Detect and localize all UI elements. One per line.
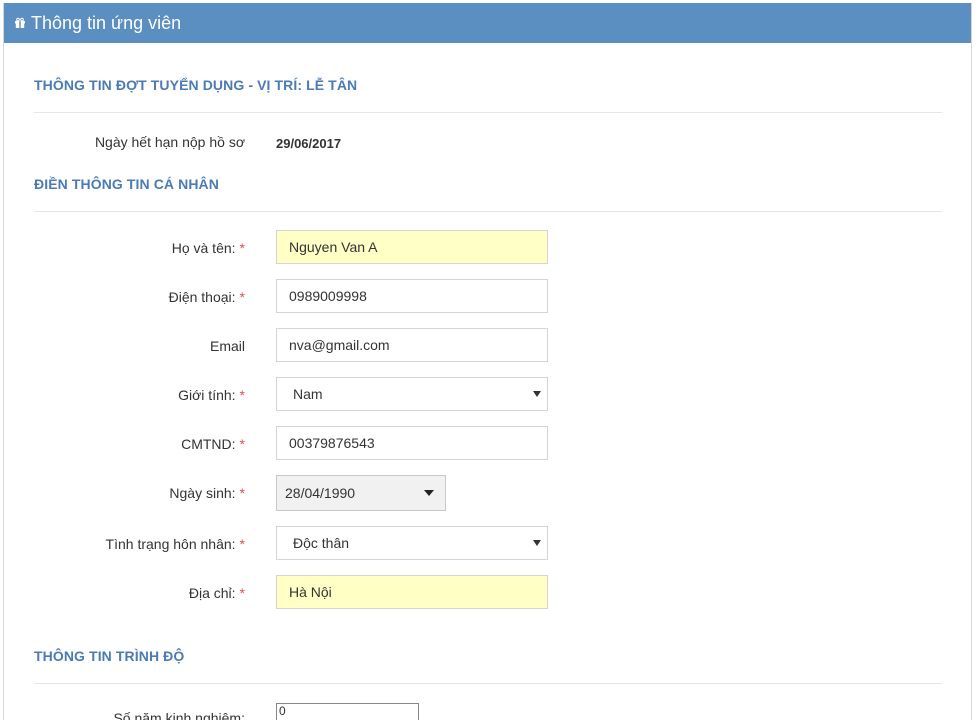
education-section-title: THÔNG TIN TRÌNH ĐỘ	[34, 648, 185, 664]
required-mark: *	[239, 387, 245, 403]
required-mark: *	[239, 289, 245, 305]
deadline-label: Ngày hết hạn nộp hồ sơ	[4, 134, 245, 150]
experience-input[interactable]: 0	[276, 703, 419, 720]
section-divider	[34, 683, 942, 684]
gender-label: Giới tính: *	[4, 387, 245, 403]
phone-value: 0989009998	[289, 288, 367, 304]
name-input[interactable]: Nguyen Van A	[276, 230, 548, 264]
id-card-input[interactable]: 00379876543	[276, 426, 548, 460]
address-value: Hà Nội	[289, 584, 332, 600]
deadline-label-text: Ngày hết hạn nộp hồ sơ	[94, 134, 245, 150]
section-divider	[34, 112, 942, 113]
caret-down-icon	[424, 490, 434, 496]
personal-section-title: ĐIỀN THÔNG TIN CÁ NHÂN	[34, 176, 219, 192]
phone-input[interactable]: 0989009998	[276, 279, 548, 313]
id-card-label: CMTND: *	[4, 436, 245, 452]
marital-label: Tình trạng hôn nhân: *	[4, 536, 245, 552]
gender-label-text: Giới tính:	[178, 387, 236, 403]
section-divider	[34, 211, 942, 212]
address-label-text: Địa chỉ:	[188, 585, 236, 601]
id-card-label-text: CMTND:	[181, 436, 236, 452]
name-value: Nguyen Van A	[289, 239, 378, 255]
panel-title: Thông tin ứng viên	[31, 12, 182, 33]
dob-value: 28/04/1990	[285, 485, 356, 501]
marital-label-text: Tình trạng hôn nhân:	[105, 536, 236, 552]
required-mark: *	[239, 436, 245, 452]
email-label: Email	[4, 338, 245, 354]
dob-datepicker[interactable]: 28/04/1990	[276, 475, 446, 511]
gift-icon	[15, 17, 25, 28]
gender-select[interactable]: Nam	[276, 377, 548, 411]
dob-label: Ngày sinh: *	[4, 485, 245, 501]
name-label: Họ và tên: *	[4, 240, 245, 256]
candidate-info-panel: Thông tin ứng viên THÔNG TIN ĐỢT TUYỂN D…	[3, 3, 972, 720]
caret-down-icon	[533, 391, 541, 397]
recruitment-section-title: THÔNG TIN ĐỢT TUYỂN DỤNG - VỊ TRÍ: LỄ TÂ…	[34, 77, 358, 93]
address-input[interactable]: Hà Nội	[276, 575, 548, 609]
deadline-value: 29/06/2017	[276, 136, 342, 151]
gender-value: Nam	[293, 386, 323, 402]
required-mark: *	[239, 240, 245, 256]
address-label: Địa chỉ: *	[4, 585, 245, 601]
panel-header: Thông tin ứng viên	[4, 3, 971, 43]
email-value: nva@gmail.com	[289, 337, 390, 353]
experience-label-text: Số năm kinh nghiệm:	[113, 710, 245, 720]
required-mark: *	[239, 485, 245, 501]
required-mark: *	[239, 585, 245, 601]
experience-label: Số năm kinh nghiệm:	[4, 710, 245, 720]
name-label-text: Họ và tên:	[171, 240, 236, 256]
marital-value: Độc thân	[293, 535, 350, 551]
caret-down-icon	[533, 540, 541, 546]
experience-value: 0	[279, 704, 286, 718]
required-mark: *	[239, 536, 245, 552]
phone-label: Điện thoại: *	[4, 289, 245, 305]
email-input[interactable]: nva@gmail.com	[276, 328, 548, 362]
marital-select[interactable]: Độc thân	[276, 526, 548, 560]
email-label-text: Email	[209, 338, 245, 354]
phone-label-text: Điện thoại:	[168, 289, 236, 305]
dob-label-text: Ngày sinh:	[169, 485, 236, 501]
id-card-value: 00379876543	[289, 435, 375, 451]
